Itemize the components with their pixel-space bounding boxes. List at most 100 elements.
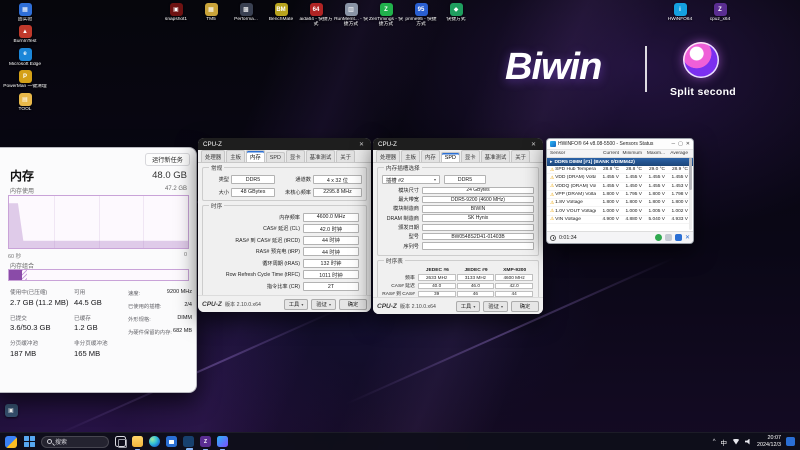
task-manager-icon[interactable]	[183, 436, 194, 447]
desktop-icon[interactable]: ▲ BurnInTest	[2, 25, 48, 44]
wifi-icon[interactable]	[732, 439, 740, 445]
sensor-row[interactable]: ⚠ 1.8V Voltage 1.800 V 1.800 V 1.800 V 1…	[547, 199, 689, 207]
column-header[interactable]: Maxim...	[642, 151, 665, 156]
validate-button[interactable]: 验证▾	[483, 301, 508, 312]
store-icon[interactable]	[166, 436, 177, 447]
desktop-icon[interactable]: ▣ snapshot1	[160, 3, 192, 22]
desktop-icon[interactable]: i HWiNFO64	[664, 3, 696, 22]
cpuz-tab[interactable]: SPD	[441, 152, 460, 162]
validate-button[interactable]: 验证▾	[311, 299, 336, 310]
timing-row: CAS# 延迟 (CL) 42.0 时钟	[207, 224, 362, 233]
cpuz-tab[interactable]: 关于	[511, 150, 530, 162]
ok-button[interactable]: 确定	[511, 301, 539, 312]
run-new-task-button[interactable]: 运行新任务	[145, 153, 190, 166]
cpuz-tab[interactable]: 内存	[421, 150, 440, 162]
close-icon[interactable]: ✕	[529, 141, 538, 148]
taskbar-search[interactable]: 搜索	[41, 436, 109, 448]
timings-table-column-header: XMP-9200	[495, 268, 534, 273]
close-icon[interactable]: ✕	[686, 141, 690, 147]
desktop-icons-left: ▦ 固实验 ▲ BurnInTest e Microsoft Edge P Po…	[2, 3, 48, 112]
start-button[interactable]	[23, 436, 35, 448]
timings-table-row: CAS# 延迟 40.0 46.0 42.0	[382, 282, 534, 289]
desktop-icon[interactable]: ▤ TOOL	[2, 93, 48, 112]
column-header[interactable]: Minimum	[619, 151, 642, 156]
desktop-icon[interactable]: ▥ RunMemt... - 快捷方式	[335, 3, 367, 28]
sensor-row[interactable]: ⚠ 1.0V VOUT Voltage 1.000 V 1.000 V 1.00…	[547, 207, 689, 215]
tools-button[interactable]: 工具▾	[456, 301, 481, 312]
wallpaper-brand: Biwin Split second	[505, 42, 755, 112]
desktop-icon[interactable]: Z ZenTimings - 快捷方式	[370, 3, 402, 28]
desktop-icon[interactable]: ▩ Performa...	[230, 3, 262, 22]
sensor-row[interactable]: ⚠ VIN Voltage 4.900 V 4.880 V 5.040 V 4.…	[547, 216, 689, 224]
hardware-stat: 为硬件保留的内存: 682 MB	[128, 328, 192, 336]
cpuz-tab[interactable]: 内存	[246, 150, 265, 162]
titlebar[interactable]: CPU-Z ✕	[198, 138, 371, 150]
desktop-icon-label: 快捷方式	[439, 17, 473, 22]
cpuz-tab[interactable]: 基准测试	[306, 150, 336, 162]
clock[interactable]: 20:07 2024/12/3	[757, 435, 781, 447]
desktop-icon[interactable]: ◆ 快捷方式	[440, 3, 472, 22]
close-icon[interactable]: ✕	[357, 141, 366, 148]
cpuz-tab[interactable]: 显卡	[461, 150, 480, 162]
cpuz-tab[interactable]: 主板	[401, 150, 420, 162]
cpuz-tab[interactable]: 处理器	[376, 150, 400, 162]
edge-icon[interactable]	[149, 436, 160, 447]
scrollbar[interactable]	[689, 158, 692, 230]
task-view-icon[interactable]	[115, 436, 126, 447]
tools-button[interactable]: 工具▾	[284, 299, 309, 310]
ime-indicator[interactable]: 中	[721, 437, 728, 447]
desktop-icon[interactable]: ▦ TM5	[195, 3, 227, 22]
desktop-icon[interactable]: BM BenchMate	[265, 3, 297, 22]
cpuz-tab[interactable]: 处理器	[201, 150, 225, 162]
stat-value: 3.6/50.3 GB	[10, 323, 72, 332]
desktop-icon[interactable]: e Microsoft Edge	[2, 48, 48, 67]
desktop-icon[interactable]: P PowerMan 一键清理	[2, 70, 48, 89]
cpuz-tab[interactable]: SPD	[266, 152, 285, 162]
cpuz-tab[interactable]: 基准测试	[481, 150, 511, 162]
column-header[interactable]: Current	[596, 151, 619, 156]
composition-modified-segment	[22, 270, 27, 280]
desktop-icon[interactable]: 64 aida64 - 快捷方式	[300, 3, 332, 28]
sensor-current: 1.455 V	[596, 184, 619, 189]
ok-button[interactable]: 确定	[339, 299, 367, 310]
sensor-row[interactable]: ⚠ SPD Hub Temperature 28.8 °C 28.8 °C 29…	[547, 166, 689, 174]
groupbox-legend: 时序	[209, 202, 224, 210]
column-header[interactable]: Sensor	[550, 151, 596, 156]
cpuz-tab[interactable]: 关于	[336, 150, 355, 162]
file-explorer-icon[interactable]	[132, 436, 143, 447]
layout-icon[interactable]	[675, 234, 682, 241]
minimize-icon[interactable]: ─	[672, 141, 676, 147]
maximize-icon[interactable]: ▢	[678, 141, 683, 147]
hwinfo-icon[interactable]	[217, 436, 228, 447]
column-header[interactable]: Average	[665, 151, 688, 156]
chevron-down-icon: ▾	[473, 304, 475, 309]
cpuz-footer: CPU-Z 版本 2.10.0.x64 工具▾ 验证▾ 确定	[373, 297, 543, 314]
timing-label: 指令比率 (CR)	[207, 283, 303, 290]
memory-composition-bar	[8, 269, 189, 281]
cpuz-icon[interactable]: Z	[200, 436, 211, 447]
groupbox-legend: 时序表	[384, 257, 405, 265]
desktop-icon-snapshot[interactable]: ▣	[3, 404, 19, 417]
reset-values-icon[interactable]	[655, 234, 662, 241]
volume-icon[interactable]	[745, 439, 752, 445]
hidden-icons-chevron[interactable]: ^	[713, 439, 716, 445]
titlebar[interactable]: CPU-Z ✕	[373, 138, 543, 150]
notification-badge[interactable]	[786, 437, 795, 446]
sensor-row[interactable]: ⚠ VPP (DRAM) Voltage 1.800 V 1.795 V 1.8…	[547, 191, 689, 199]
slot-select-dropdown[interactable]: 插槽 #2▾	[382, 175, 440, 184]
desktop-icon[interactable]: 95 prime95 - 快捷方式	[405, 3, 437, 28]
sensor-row[interactable]: ⚠ VDDQ (DRAM) Voltage 1.455 V 1.450 V 1.…	[547, 183, 689, 191]
sensor-row[interactable]: ⚠ VDD (DRAM) Voltage 1.455 V 1.455 V 1.4…	[547, 174, 689, 182]
window-title: HWiNFO® 64 v8.08-5500 - Sensors Status	[558, 141, 670, 147]
cpuz-tab[interactable]: 显卡	[286, 150, 305, 162]
close-sensors-icon[interactable]: ✕	[685, 234, 690, 241]
sensor-section-header[interactable]: ▸ DDR5 DIMM [#1] (BANK 0/DIMM42)	[547, 158, 693, 166]
desktop-icon[interactable]: Z cpuz_x64	[704, 3, 736, 22]
settings-gear-icon[interactable]	[665, 234, 672, 241]
titlebar[interactable]: HWiNFO® 64 v8.08-5500 - Sensors Status ─…	[547, 139, 693, 150]
desktop-icon[interactable]: ▦ 固实验	[2, 3, 48, 22]
cpuz-tab[interactable]: 主板	[226, 150, 245, 162]
sensor-current: 1.455 V	[596, 175, 619, 180]
timing-value: 4600.0 MHz	[303, 213, 359, 222]
widgets-icon[interactable]	[5, 436, 17, 448]
